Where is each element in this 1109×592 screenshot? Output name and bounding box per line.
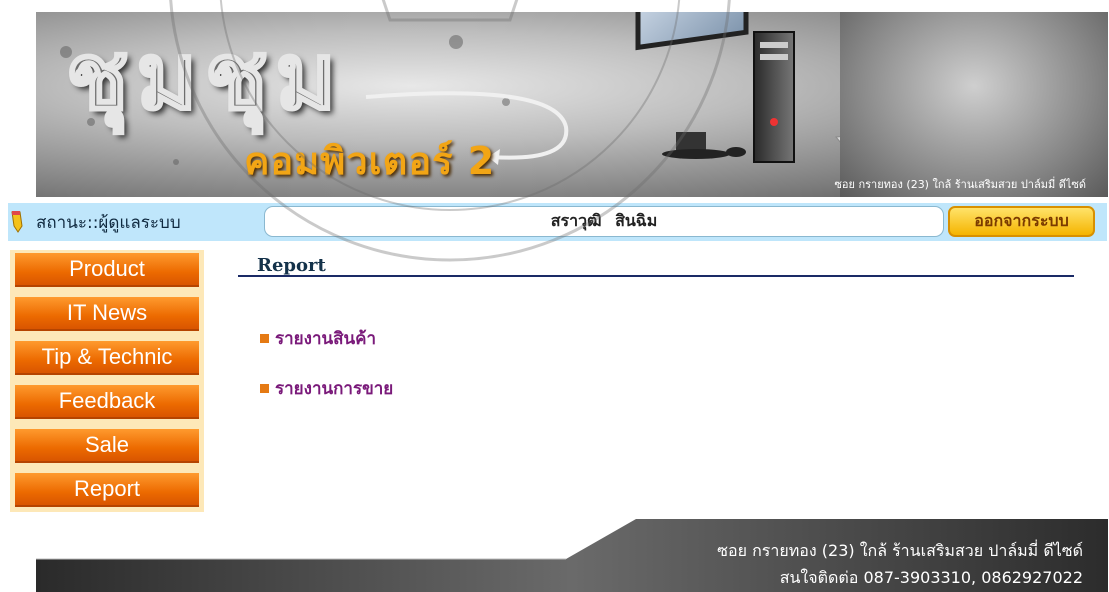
logout-button[interactable]: ออกจากระบบ	[948, 206, 1095, 237]
sidebar-item-it-news[interactable]: IT News	[15, 297, 199, 331]
pencil-icon	[11, 211, 23, 233]
sidebar-item-tip-technic[interactable]: Tip & Technic	[15, 341, 199, 375]
status-label: สถานะ::ผู้ดูแลระบบ	[36, 212, 181, 233]
sidebar-item-sale[interactable]: Sale	[15, 429, 199, 463]
user-name: สราวุฒิ สินฉิม	[550, 211, 658, 230]
sales-report-link[interactable]: รายงานการขาย	[260, 375, 393, 402]
logout-label: ออกจากระบบ	[974, 211, 1069, 230]
status-indicator: สถานะ::ผู้ดูแลระบบ	[8, 207, 181, 237]
sidebar-item-product[interactable]: Product	[15, 253, 199, 287]
banner-laptop-panel	[840, 12, 1108, 197]
square-bullet-icon	[260, 334, 269, 343]
user-name-box: สราวุฒิ สินฉิม	[264, 206, 944, 237]
banner-address: ซอย กรายทอง (23) ใกล้ ร้านเสริมสวย ปาล์ม…	[834, 178, 1086, 191]
sidebar-item-feedback[interactable]: Feedback	[15, 385, 199, 419]
title-divider	[238, 275, 1074, 277]
product-report-label: รายงานสินค้า	[275, 329, 377, 349]
footer-contact: สนใจติดต่อ 087-3903310, 0862927022	[779, 568, 1083, 587]
desktop-computer-icon	[635, 12, 795, 163]
site-logo-text: ชุมชุม	[64, 22, 345, 130]
sales-report-label: รายงานการขาย	[275, 379, 394, 399]
page-title: Report	[257, 255, 326, 276]
sidebar-item-report[interactable]: Report	[15, 473, 199, 507]
square-bullet-icon	[260, 384, 269, 393]
header-banner: ชุมชุม คอมพิวเตอร์ 2 ซอย กรายทอง (23) ใก…	[36, 12, 1108, 197]
footer-address: ซอย กรายทอง (23) ใกล้ ร้านเสริมสวย ปาล์ม…	[717, 541, 1083, 560]
sidebar-nav: Product IT News Tip & Technic Feedback S…	[10, 250, 204, 512]
site-logo-subtitle: คอมพิวเตอร์ 2	[244, 139, 496, 183]
product-report-link[interactable]: รายงานสินค้า	[260, 325, 376, 352]
